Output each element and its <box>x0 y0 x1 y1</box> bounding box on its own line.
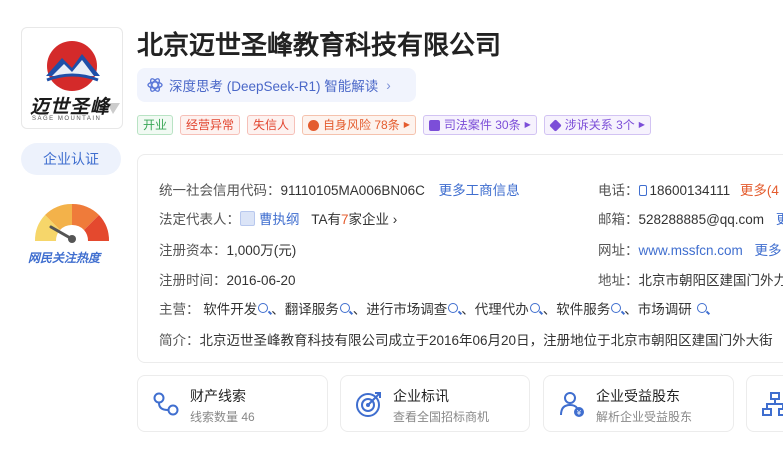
phone-icon <box>638 185 647 196</box>
search-icon <box>529 303 540 313</box>
reg-time-row: 注册时间：2016-06-20 <box>159 273 296 288</box>
tag-self-risk[interactable]: 自身风险 78条 ▶ <box>302 115 416 135</box>
org-chart-icon <box>762 392 783 416</box>
gavel-icon <box>549 118 562 132</box>
chevron-right-icon: › <box>386 77 391 93</box>
netizen-heat-gauge[interactable]: 网民关注热度 <box>25 197 119 267</box>
shareholder-icon: ¥ <box>560 392 584 417</box>
caret-right-icon: ▶ <box>524 120 531 129</box>
search-icon <box>339 303 350 313</box>
intro-text: 北京迈世圣峰教育科技有限公司成立于2016年06月20日，注册地位于北京市朝阳区… <box>199 333 773 348</box>
company-logo: 迈世圣峰 SAGE MOUNTAIN <box>21 27 123 129</box>
email-value[interactable]: 528288885@qq.com <box>639 212 765 227</box>
caret-right-icon: ▶ <box>638 120 645 129</box>
main-business-row: 主营： 软件开发 、翻译服务 、进行市场调查 、代理代办 、软件服务 、市场调研 <box>159 298 710 318</box>
website-row: 网址：www.mssfcn.com 更多 <box>598 243 782 258</box>
logo-subtext: SAGE MOUNTAIN <box>32 116 102 122</box>
credit-code-value[interactable]: 91110105MA006BN06C <box>281 183 425 198</box>
tag-abnormal[interactable]: 经营异常 <box>180 115 241 135</box>
phone-row: 电话： 18600134111 更多(4 <box>598 183 779 198</box>
more-business-link[interactable]: 更多工商信息 <box>439 183 520 198</box>
avatar <box>240 211 255 226</box>
tag-litigation[interactable]: 涉诉关系 3个 ▶ <box>543 115 651 135</box>
business-info-card: 统一社会信用代码：91110105MA006BN06C 更多工商信息 法定代表人… <box>137 154 783 363</box>
shield-icon <box>308 119 320 131</box>
heat-label: 网民关注热度 <box>28 251 101 265</box>
address-value[interactable]: 北京市朝阳区建国门外力 <box>639 273 783 288</box>
search-icon <box>696 303 707 313</box>
property-clue-card[interactable]: 财产线索 线索数量 46 <box>137 375 328 432</box>
main-item[interactable]: 市场调研 <box>638 302 710 317</box>
search-icon <box>448 303 459 313</box>
tag-dishonest[interactable]: 失信人 <box>247 115 296 135</box>
link-nodes-icon <box>153 392 179 416</box>
document-icon <box>428 119 440 131</box>
gauge-icon <box>34 203 110 243</box>
intro-row: 简介：北京迈世圣峰教育科技有限公司成立于2016年06月20日，注册地位于北京市… <box>159 333 773 348</box>
website-link[interactable]: www.mssfcn.com <box>639 243 743 258</box>
legal-rep-row: 法定代表人： 曹执纲 TA有7家企业 › <box>159 211 398 227</box>
logo-text: 迈世圣峰 <box>30 97 111 118</box>
ta-companies-link[interactable]: TA有7家企业 › <box>311 212 397 227</box>
status-tags: 开业 经营异常 失信人 自身风险 78条 ▶ 司法案件 30条 ▶ 涉诉关系 3个 ▶ <box>137 115 651 135</box>
caret-right-icon: ▶ <box>403 120 410 129</box>
search-icon <box>258 303 269 313</box>
ai-label: 深度思考 (DeepSeek-R1) 智能解读 <box>169 79 379 94</box>
beneficial-shareholder-card[interactable]: ¥ 企业受益股东 解析企业受益股东 <box>543 375 734 432</box>
address-row: 地址：北京市朝阳区建国门外力 <box>598 269 783 289</box>
email-row: 邮箱：528288885@qq.com 更 <box>598 208 783 228</box>
email-more-link[interactable]: 更 <box>776 212 783 227</box>
main-item[interactable]: 软件开发 <box>203 302 271 317</box>
ai-interpretation-button[interactable]: 深度思考 (DeepSeek-R1) 智能解读 › <box>137 68 416 102</box>
capital-row: 注册资本：1,000万(元) <box>159 243 297 258</box>
main-item[interactable]: 翻译服务 <box>285 302 353 317</box>
target-icon <box>356 392 381 417</box>
chevron-right-icon: › <box>392 212 398 227</box>
main-item[interactable]: 进行市场调查 <box>366 302 461 317</box>
company-name: 北京迈世圣峰教育科技有限公司 <box>137 30 502 60</box>
svg-text:¥: ¥ <box>577 409 582 417</box>
enterprise-cert-button[interactable]: 企业认证 <box>21 143 121 175</box>
structure-card[interactable] <box>746 375 783 432</box>
search-icon <box>611 303 622 313</box>
ai-spark-icon <box>147 78 163 92</box>
main-item[interactable]: 软件服务 <box>556 302 624 317</box>
credit-code-row: 统一社会信用代码：91110105MA006BN06C 更多工商信息 <box>159 183 520 198</box>
legal-rep-link[interactable]: 曹执纲 <box>259 212 300 227</box>
main-item[interactable]: 代理代办 <box>475 302 543 317</box>
tender-info-card[interactable]: 企业标讯 查看全国招标商机 <box>340 375 530 432</box>
phone-value[interactable]: 18600134111 <box>650 183 731 198</box>
website-more-link[interactable]: 更多 <box>755 243 782 258</box>
phone-more-link[interactable]: 更多(4 <box>740 183 779 198</box>
tag-judicial[interactable]: 司法案件 30条 ▶ <box>422 115 537 135</box>
tag-operating: 开业 <box>137 115 174 135</box>
